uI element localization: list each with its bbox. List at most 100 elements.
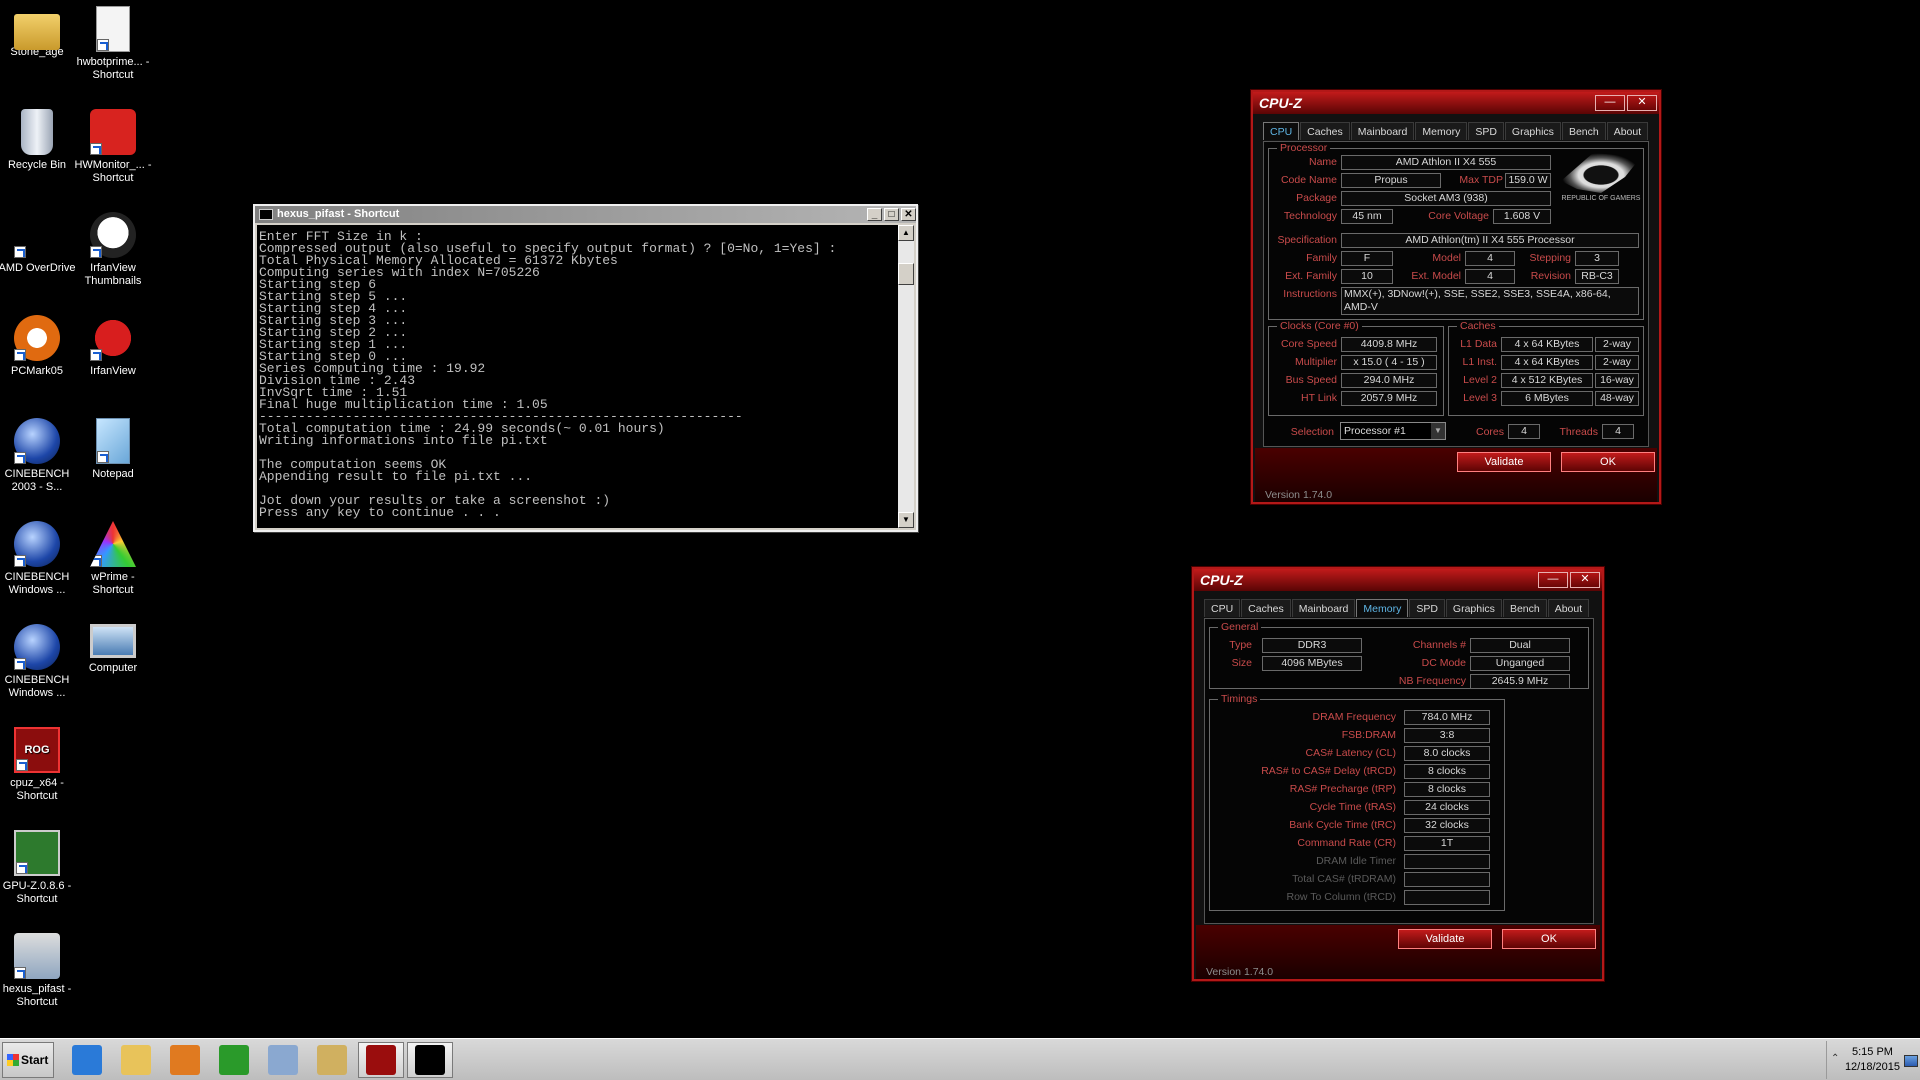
show-desktop-icon[interactable] <box>1904 1055 1918 1067</box>
nb-frequency-value: 2645.9 MHz <box>1470 674 1570 689</box>
validate-button[interactable]: Validate <box>1398 929 1492 949</box>
tab-cpu[interactable]: CPU <box>1204 599 1241 617</box>
validate-button[interactable]: Validate <box>1457 452 1551 472</box>
desktop-icon[interactable]: Stone_age <box>0 6 78 59</box>
technology-label: Technology <box>1283 210 1337 222</box>
multiplier-value: x 15.0 ( 4 - 15 ) <box>1341 355 1437 370</box>
shortcut-arrow-icon <box>14 967 26 979</box>
desktop-icon[interactable]: HWMonitor_... - Shortcut <box>72 109 154 185</box>
maxtdp-value: 159.0 W <box>1505 173 1551 188</box>
panda-icon <box>90 212 136 258</box>
bus-speed-label: Bus Speed <box>1285 374 1337 386</box>
tab-cpu[interactable]: CPU <box>1263 122 1300 140</box>
desktop-icon[interactable]: wPrime - Shortcut <box>72 521 154 597</box>
level2-value: 4 x 512 KBytes <box>1501 373 1593 388</box>
tab-graphics[interactable]: Graphics <box>1504 122 1561 140</box>
processor-group: Processor Name AMD Athlon II X4 555 Code… <box>1268 142 1644 320</box>
tab-bench[interactable]: Bench <box>1561 122 1606 140</box>
tab-about[interactable]: About <box>1606 122 1649 140</box>
desktop-icon[interactable]: Recycle Bin <box>0 109 78 172</box>
maximize-button[interactable]: □ <box>884 208 899 221</box>
processor-select[interactable]: Processor #1 ▼ <box>1340 422 1446 440</box>
tab-bench[interactable]: Bench <box>1502 599 1547 617</box>
multiplier-label: Multiplier <box>1294 356 1337 368</box>
timing-label: DRAM Idle Timer <box>1316 855 1396 867</box>
cpuz-window-cpu[interactable]: CPU-Z — ✕ CPU Caches Mainboard Memory SPD Gra… <box>1251 90 1661 504</box>
scroll-thumb[interactable] <box>898 263 914 285</box>
desktop-icon[interactable]: IrfanView Thumbnails <box>72 212 154 288</box>
timing-value: 24 clocks <box>1404 800 1490 815</box>
tab-about[interactable]: About <box>1547 599 1590 617</box>
tab-caches[interactable]: Caches <box>1300 122 1350 140</box>
start-button[interactable]: Start <box>2 1042 54 1078</box>
close-button[interactable]: ✕ <box>901 208 916 221</box>
gpuz-icon <box>14 830 60 876</box>
revision-label: Revision <box>1530 270 1571 282</box>
wprime-icon <box>90 521 136 567</box>
shortcut-arrow-icon <box>14 246 26 258</box>
taskbar-button[interactable] <box>64 1042 110 1078</box>
desktop-icon[interactable]: AMD OverDrive <box>0 212 78 275</box>
folder-icon <box>14 14 60 50</box>
desktop-icon[interactable]: CINEBENCH 2003 - S... <box>0 418 78 494</box>
taskbar-button[interactable] <box>358 1042 404 1078</box>
taskbar-button[interactable] <box>113 1042 159 1078</box>
console-window[interactable]: hexus_pifast - Shortcut _ □ ✕ Enter FFT … <box>253 204 918 532</box>
clock[interactable]: 5:15 PM 12/18/2015 <box>1845 1045 1900 1075</box>
console-scrollbar[interactable]: ▲ ▼ <box>898 225 914 528</box>
tab-caches[interactable]: Caches <box>1241 599 1291 617</box>
taskbar-button[interactable] <box>407 1042 453 1078</box>
tab-mainboard[interactable]: Mainboard <box>1291 599 1356 617</box>
threads-label: Threads <box>1559 426 1598 438</box>
minimize-button[interactable]: _ <box>867 208 882 221</box>
cpuz-title-bar[interactable]: CPU-Z — ✕ <box>1253 92 1659 114</box>
tab-memory[interactable]: Memory <box>1415 122 1468 140</box>
tab-mainboard[interactable]: Mainboard <box>1350 122 1415 140</box>
taskbar-button[interactable] <box>211 1042 257 1078</box>
rog-logo-text: REPUBLIC OF GAMERS <box>1561 195 1641 202</box>
console-output[interactable]: Enter FFT Size in k : Compressed output … <box>257 225 898 528</box>
selection-label: Selection <box>1290 426 1334 438</box>
desktop-icon[interactable]: GPU-Z.0.8.6 - Shortcut <box>0 830 78 906</box>
desktop-icon[interactable]: Computer <box>72 624 154 675</box>
desktop-icon[interactable]: PCMark05 <box>0 315 78 378</box>
desktop-icon[interactable]: Notepad <box>72 418 154 481</box>
pifast-icon <box>14 933 60 979</box>
cpuz-window-memory[interactable]: CPU-Z — ✕ CPU Caches Mainboard Memory SPD Gra… <box>1192 567 1604 981</box>
chevron-down-icon[interactable]: ▼ <box>1431 423 1445 439</box>
tab-spd[interactable]: SPD <box>1409 599 1445 617</box>
desktop-icon[interactable]: hexus_pifast - Shortcut <box>0 933 78 1009</box>
console-title-bar[interactable]: hexus_pifast - Shortcut _ □ ✕ <box>255 206 916 223</box>
family-label: Family <box>1306 252 1337 264</box>
rog-eye-icon <box>1561 153 1641 193</box>
desktop-icon[interactable]: IrfanView <box>72 315 154 378</box>
tab-memory[interactable]: Memory <box>1356 599 1409 617</box>
tab-spd[interactable]: SPD <box>1468 122 1504 140</box>
start-label: Start <box>21 1053 49 1067</box>
scroll-down-icon[interactable]: ▼ <box>898 512 914 528</box>
minimize-button[interactable]: — <box>1595 95 1625 111</box>
ok-button[interactable]: OK <box>1561 452 1655 472</box>
close-button[interactable]: ✕ <box>1570 572 1600 588</box>
desktop-icon-label: GPU-Z.0.8.6 - Shortcut <box>2 880 72 905</box>
taskbar-button[interactable] <box>260 1042 306 1078</box>
tray-expand-icon[interactable]: ⌃ <box>1831 1053 1839 1064</box>
tab-graphics[interactable]: Graphics <box>1445 599 1502 617</box>
close-button[interactable]: ✕ <box>1627 95 1657 111</box>
level3-way: 48-way <box>1595 391 1639 406</box>
desktop-icon[interactable]: CINEBENCH Windows ... <box>0 521 78 597</box>
desktop-icon-label: hexus_pifast - Shortcut <box>2 983 72 1008</box>
taskbar-button[interactable] <box>162 1042 208 1078</box>
scroll-up-icon[interactable]: ▲ <box>898 225 914 241</box>
system-tray: ⌃ 5:15 PM 12/18/2015 <box>1826 1041 1920 1079</box>
minimize-button[interactable]: — <box>1538 572 1568 588</box>
desktop-icon[interactable]: CINEBENCH Windows ... <box>0 624 78 700</box>
cpuz-footer: Validate OK Version 1.74.0 <box>1255 448 1657 502</box>
ok-button[interactable]: OK <box>1502 929 1596 949</box>
desktop-icon[interactable]: ROG cpuz_x64 - Shortcut <box>0 727 78 803</box>
cpuz-title-bar[interactable]: CPU-Z — ✕ <box>1194 569 1602 591</box>
taskbar-button[interactable] <box>309 1042 355 1078</box>
selection-row: Selection Processor #1 ▼ Cores 4 Threads… <box>1268 422 1644 442</box>
desktop-icon[interactable]: hwbotprime... - Shortcut <box>72 6 154 82</box>
level2-label: Level 2 <box>1463 374 1497 386</box>
